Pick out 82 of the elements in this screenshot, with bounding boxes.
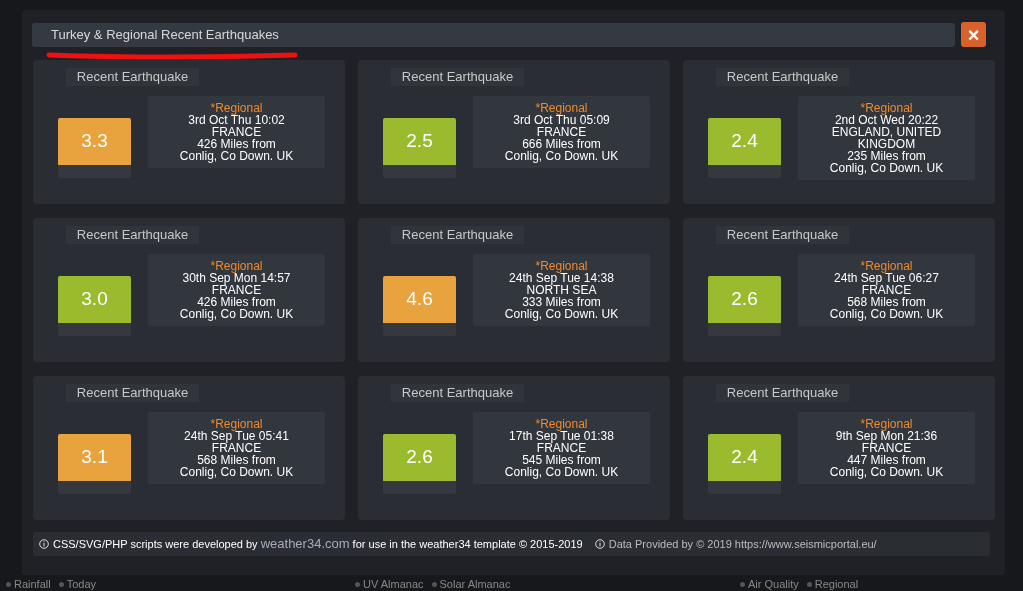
magnitude-value: 2.4 [708, 118, 781, 165]
quake-region: FRANCE [535, 442, 588, 454]
quake-region: FRANCE [210, 442, 263, 454]
quake-time: 3rd Oct Thu 05:09 [512, 114, 611, 126]
quake-time: 30th Sep Mon 14:57 [181, 272, 292, 284]
quake-distance: 235 Miles from [846, 150, 927, 162]
card-heading: Recent Earthquake [391, 68, 524, 86]
info-icon [39, 539, 49, 549]
quake-region: FRANCE [210, 126, 263, 138]
quake-time: 2nd Oct Wed 20:22 [833, 114, 940, 126]
regional-tag: *Regional [535, 102, 588, 114]
quake-distance: 426 Miles from [196, 138, 277, 150]
quake-distance: 545 Miles from [521, 454, 602, 466]
card-heading: Recent Earthquake [716, 68, 849, 86]
quake-distance: 666 Miles from [521, 138, 602, 150]
bullet-icon [355, 581, 360, 587]
info-icon [594, 539, 605, 549]
card-heading: Recent Earthquake [716, 384, 849, 402]
weather34-link[interactable]: weather34.com [260, 536, 350, 552]
quake-reference-place: Conlig, Co Down. UK [178, 466, 295, 478]
tab-label[interactable]: Solar Almanac [439, 577, 511, 591]
tab-label[interactable]: Air Quality [748, 577, 799, 591]
magnitude-value: 4.6 [383, 276, 456, 323]
tab-label[interactable]: Regional [814, 577, 859, 591]
bullet-icon [740, 581, 745, 587]
quake-time: 24th Sep Tue 06:27 [833, 272, 940, 284]
credit-text: CSS/SVG/PHP scripts were developed by weather34.com for use in the weather34 template © 2015-2019 [53, 535, 583, 554]
tab-label[interactable]: Today [66, 577, 97, 591]
bullet-icon [6, 581, 11, 587]
data-source-text: Data Provided by © 2019 https://www.seismicportal.eu/ [608, 536, 877, 552]
card-heading: Recent Earthquake [391, 384, 524, 402]
magnitude-value: 2.5 [383, 118, 456, 165]
card-heading: Recent Earthquake [716, 226, 849, 244]
card-heading: Recent Earthquake [66, 384, 199, 402]
magnitude-value: 3.1 [58, 434, 131, 481]
quake-region: FRANCE [861, 442, 913, 454]
quake-reference-place: Conlig, Co Down. UK [503, 466, 620, 478]
quake-distance: 426 Miles from [196, 296, 277, 308]
quake-time: 3rd Oct Thu 10:02 [187, 114, 286, 126]
quake-reference-place: Conlig, Co Down. UK [503, 308, 620, 320]
regional-tag: *Regional [535, 260, 588, 272]
quake-reference-place: Conlig, Co Down. UK [503, 150, 620, 162]
regional-tag: *Regional [210, 102, 263, 114]
regional-tag: *Regional [535, 418, 588, 430]
tab-label[interactable]: UV Almanac [363, 577, 424, 591]
magnitude-value: 2.6 [383, 434, 456, 481]
quake-distance: 568 Miles from [846, 296, 927, 308]
bullet-icon [58, 581, 64, 587]
quake-region: FRANCE [211, 284, 263, 296]
quake-region: FRANCE [535, 126, 588, 138]
bullet-icon [806, 581, 812, 587]
regional-tag: *Regional [210, 418, 263, 430]
quake-region: NORTH SEA [525, 284, 598, 296]
quake-reference-place: Conlig, Co Down. UK [828, 466, 945, 478]
magnitude-value: 2.4 [708, 434, 781, 481]
quake-distance: 333 Miles from [521, 296, 602, 308]
regional-tag: *Regional [860, 418, 913, 430]
quake-distance: 447 Miles from [846, 454, 927, 466]
quake-reference-place: Conlig, Co Down. UK [178, 150, 295, 162]
card-heading: Recent Earthquake [66, 68, 199, 86]
magnitude-value: 2.6 [708, 276, 781, 323]
bullet-icon [431, 581, 437, 587]
quake-distance: 568 Miles from [196, 454, 277, 466]
close-button[interactable]: × [961, 22, 986, 47]
regional-tag: *Regional [860, 102, 913, 114]
magnitude-value: 3.3 [58, 118, 131, 165]
quake-reference-place: Conlig, Co Down. UK [178, 308, 295, 320]
card-heading: Recent Earthquake [66, 226, 199, 244]
quake-reference-place: Conlig, Co Down. UK [828, 162, 945, 174]
quake-time: 17th Sep Tue 01:38 [508, 430, 615, 442]
quake-region: ENGLAND, UNITED KINGDOM [830, 126, 943, 150]
modal-title-bar: Turkey & Regional Recent Earthquakes [32, 22, 955, 47]
tab-label[interactable]: Rainfall [14, 577, 51, 591]
regional-tag: *Regional [210, 260, 263, 272]
quake-reference-place: Conlig, Co Down. UK [828, 308, 945, 320]
card-heading: Recent Earthquake [391, 226, 524, 244]
regional-tag: *Regional [860, 260, 913, 272]
magnitude-value: 3.0 [58, 276, 131, 323]
quake-time: 24th Sep Tue 14:38 [508, 272, 615, 284]
quake-region: FRANCE [860, 284, 913, 296]
quake-time: 9th Sep Mon 21:36 [834, 430, 939, 442]
quake-time: 24th Sep Tue 05:41 [183, 430, 290, 442]
